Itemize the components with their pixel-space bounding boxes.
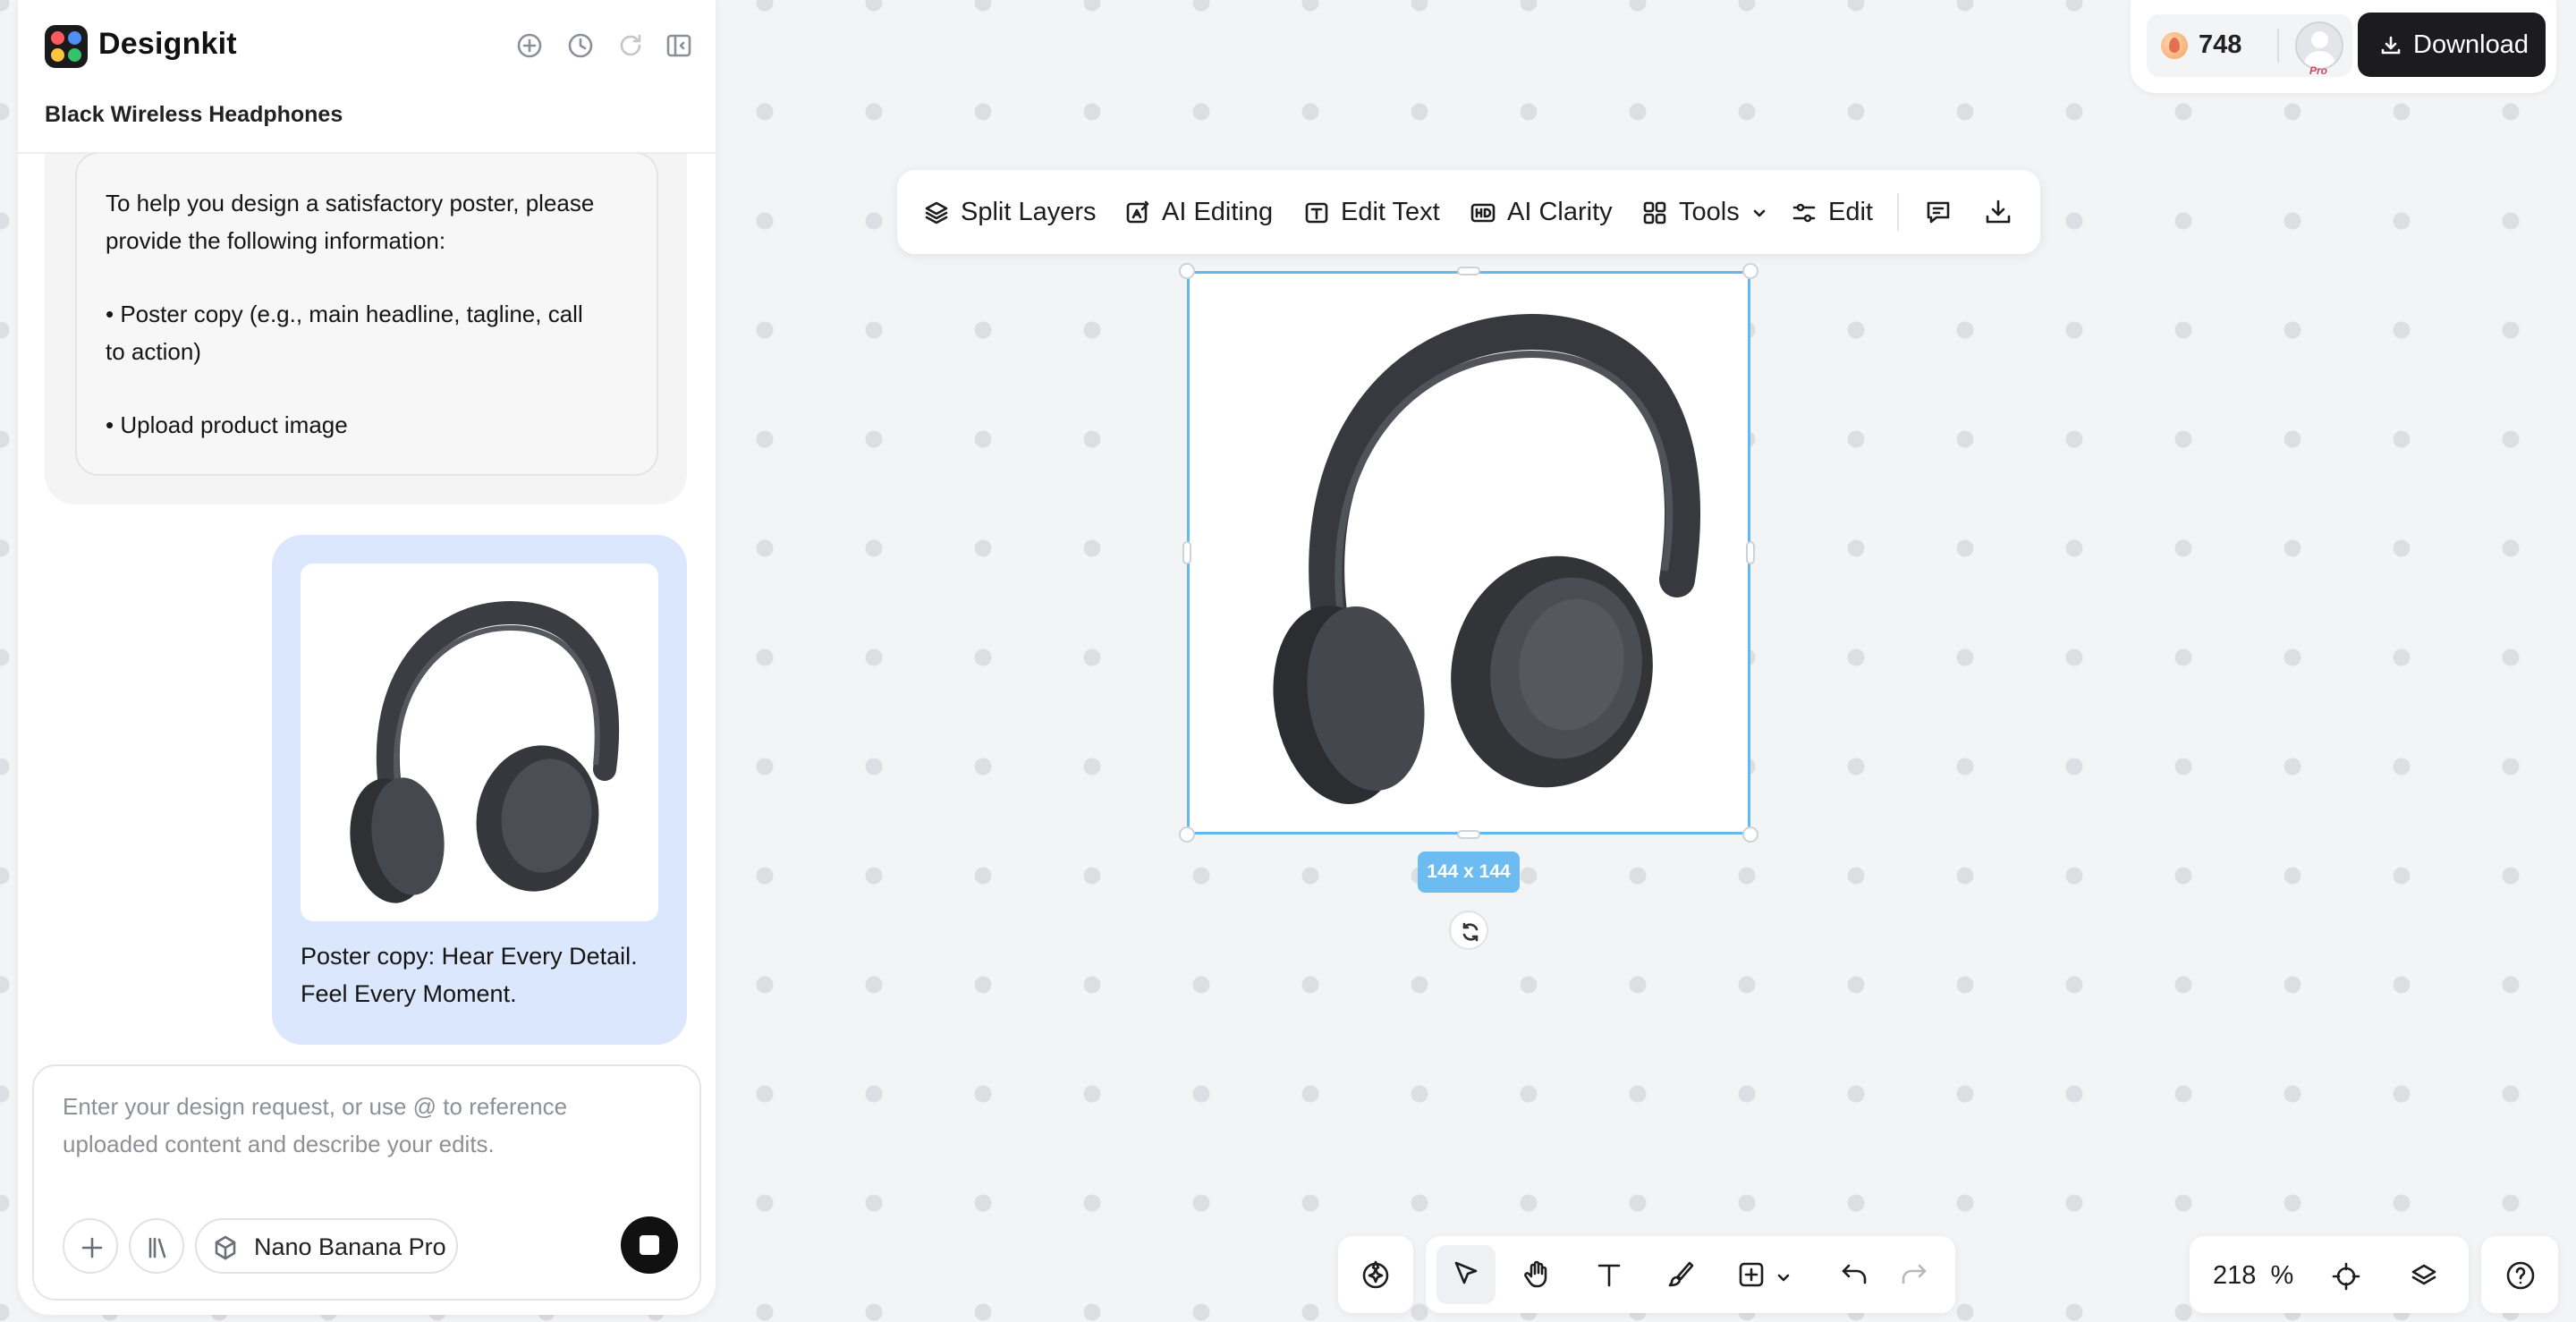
- layers-icon: [925, 201, 948, 225]
- account-bar: 748 Pro Download: [2131, 0, 2556, 93]
- rotate-icon[interactable]: [1449, 911, 1488, 950]
- assistant-text-line: • Poster copy (e.g., main headline, tagl…: [106, 301, 583, 327]
- chat-panel: Designkit Black Wireless Headphones To h…: [18, 0, 716, 1315]
- download-icon[interactable]: [1983, 197, 2013, 227]
- project-title: Black Wireless Headphones: [45, 102, 343, 127]
- assistant-text-line: to action): [106, 338, 201, 365]
- credits-display[interactable]: 748 Pro: [2147, 14, 2352, 77]
- user-text-line: Poster copy: Hear Every Detail.: [301, 943, 638, 970]
- ai-sparkle-icon[interactable]: [1360, 1258, 1392, 1291]
- chevron-down-icon: [1753, 209, 1766, 217]
- user-text-line: Feel Every Moment.: [301, 980, 517, 1007]
- resize-handle-left[interactable]: [1182, 541, 1191, 564]
- select-cursor-icon[interactable]: [1450, 1258, 1482, 1291]
- collapse-panel-icon[interactable]: [664, 30, 694, 61]
- layers-icon[interactable]: [2409, 1261, 2439, 1292]
- redo-icon[interactable]: [1898, 1258, 1930, 1291]
- comment-icon[interactable]: [1923, 197, 1953, 227]
- text-tool-icon[interactable]: [1593, 1258, 1625, 1291]
- brush-icon[interactable]: [1665, 1258, 1697, 1291]
- ai-edit-icon: [1126, 200, 1149, 224]
- zoom-value: 218: [2213, 1261, 2257, 1290]
- assistant-text-line: provide the following information:: [106, 227, 446, 254]
- assistant-text-line: • Upload product image: [106, 411, 348, 438]
- credits-coin-icon: [2161, 32, 2188, 59]
- cube-icon: [215, 1235, 236, 1260]
- sliders-icon: [1792, 203, 1816, 223]
- stop-icon: [640, 1235, 659, 1255]
- composer-placeholder[interactable]: Enter your design request, or use @ to r…: [63, 1093, 567, 1121]
- chat-panel-header: Designkit Black Wireless Headphones: [18, 0, 716, 154]
- model-selector[interactable]: Nano Banana Pro: [195, 1218, 458, 1274]
- undo-icon[interactable]: [1838, 1258, 1870, 1291]
- resize-handle-top[interactable]: [1457, 267, 1480, 275]
- app-name: Designkit: [98, 27, 237, 61]
- download-icon: [2381, 36, 2401, 55]
- composer-placeholder[interactable]: uploaded content and describe your edits…: [63, 1131, 495, 1158]
- credits-count: 748: [2199, 30, 2242, 59]
- resize-handle-bottom[interactable]: [1457, 830, 1480, 839]
- resize-handle-top-left[interactable]: [1179, 263, 1195, 279]
- pro-badge: Pro: [2309, 64, 2328, 77]
- text-box-icon: [1305, 202, 1328, 224]
- history-icon[interactable]: [565, 30, 596, 61]
- refresh-icon[interactable]: [615, 30, 646, 61]
- stop-generation-button[interactable]: [621, 1216, 678, 1274]
- resize-handle-right[interactable]: [1746, 541, 1755, 564]
- library-button[interactable]: [129, 1218, 184, 1274]
- download-button[interactable]: Download: [2358, 13, 2546, 77]
- resize-handle-bottom-right[interactable]: [1742, 826, 1758, 843]
- resize-handle-top-right[interactable]: [1742, 263, 1758, 279]
- designkit-logo: [45, 25, 88, 68]
- canvas-image[interactable]: [1187, 271, 1750, 835]
- fit-to-screen-icon[interactable]: [2331, 1261, 2361, 1292]
- hd-icon: [1470, 203, 1496, 223]
- help-icon[interactable]: [2504, 1259, 2537, 1292]
- avatar[interactable]: [2295, 21, 2343, 70]
- model-label: Nano Banana Pro: [254, 1233, 446, 1260]
- new-chat-icon[interactable]: [514, 30, 545, 61]
- add-attachment-button[interactable]: [63, 1218, 118, 1274]
- resize-handle-bottom-left[interactable]: [1179, 826, 1195, 843]
- assistant-text-line: To help you design a satisfactory poster…: [106, 190, 595, 216]
- image-toolbar: Split Layers AI Editing Edit Text AI Cla…: [897, 170, 2040, 254]
- chevron-down-icon[interactable]: [1776, 1270, 1791, 1284]
- insert-icon[interactable]: [1735, 1258, 1767, 1291]
- zoom-level[interactable]: 218 %: [2213, 1261, 2293, 1291]
- zoom-unit: %: [2270, 1261, 2294, 1290]
- hand-pan-icon[interactable]: [1521, 1258, 1554, 1291]
- uploaded-product-image[interactable]: [301, 564, 658, 921]
- size-label: 144 x 144: [1418, 852, 1520, 893]
- grid-icon: [1643, 201, 1666, 225]
